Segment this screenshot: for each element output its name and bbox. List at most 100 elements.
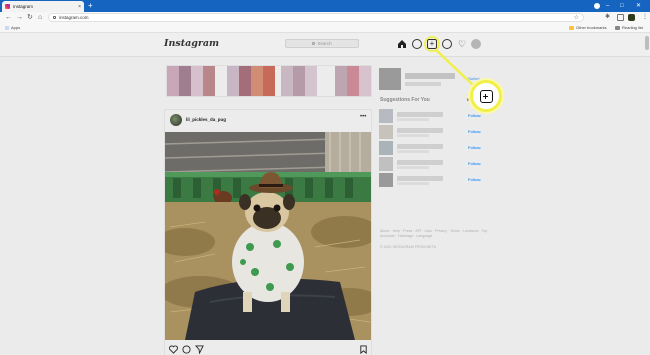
new-post-callout [470, 80, 502, 112]
suggestion-row: Follow [379, 173, 489, 187]
forward-arrow-icon[interactable]: → [16, 12, 23, 23]
new-post-icon[interactable]: + [427, 39, 437, 49]
share-icon[interactable] [195, 345, 204, 354]
search-icon [312, 42, 316, 45]
feed-post: lil_pickles_da_pug ••• [164, 109, 372, 355]
browser-menu-icon[interactable]: ⋮ [642, 14, 649, 21]
new-tab-button[interactable]: + [88, 1, 93, 11]
comment-icon[interactable] [182, 345, 191, 354]
follow-button[interactable]: Follow [468, 177, 481, 182]
suggestion-avatar[interactable] [379, 173, 393, 187]
browser-toolbar: ← → ↻ ⌂ instagram.com ☆ ✱ ⋮ [0, 12, 650, 23]
follow-button[interactable]: Follow [468, 161, 481, 166]
profile-icon[interactable] [628, 14, 635, 21]
story-item[interactable] [203, 66, 215, 96]
stories-tray[interactable] [166, 65, 372, 97]
story-item[interactable] [281, 66, 293, 96]
switch-account-link[interactable]: Switch [468, 76, 480, 81]
story-item[interactable] [167, 66, 179, 96]
tab-title: Instagram [13, 4, 34, 9]
suggestion-row: Follow [379, 141, 489, 155]
reload-icon[interactable]: ↻ [27, 12, 33, 23]
suggestion-avatar[interactable] [379, 157, 393, 171]
close-window-button[interactable]: ✕ [636, 1, 641, 11]
own-fullname-blurred [405, 82, 441, 86]
story-item[interactable] [305, 66, 317, 96]
follow-button[interactable]: Follow [468, 145, 481, 150]
like-heart-icon[interactable] [169, 345, 178, 354]
post-username[interactable]: lil_pickles_da_pug [186, 117, 226, 122]
reading-mode-icon[interactable] [617, 14, 624, 21]
suggestions-title: Suggestions For You [380, 97, 430, 103]
suggestion-name-blurred [397, 144, 443, 149]
explore-icon[interactable] [442, 39, 452, 49]
suggestion-row: Follow [379, 157, 489, 171]
story-item[interactable] [335, 66, 347, 96]
folder-icon [569, 25, 574, 30]
post-actions [169, 345, 367, 355]
suggestion-avatar[interactable] [379, 125, 393, 139]
maximize-button[interactable]: □ [620, 1, 624, 11]
post-header: lil_pickles_da_pug ••• [165, 110, 371, 132]
suggestion-avatar[interactable] [379, 141, 393, 155]
messenger-icon[interactable] [412, 39, 422, 49]
instagram-page: Instagram Search + ♡ lil_pickles_da_pug … [0, 33, 650, 355]
bookmark-other-label: Other bookmarks [576, 25, 607, 30]
story-item[interactable] [263, 66, 275, 96]
minimize-button[interactable]: – [606, 1, 609, 11]
copyright-text: © 2021 INSTAGRAM FROM META [380, 245, 437, 249]
home-icon[interactable] [397, 39, 407, 49]
suggestion-detail-blurred [397, 134, 429, 137]
story-item[interactable] [359, 66, 371, 96]
home-button-icon[interactable]: ⌂ [38, 12, 42, 23]
reading-list-icon [615, 25, 620, 30]
story-item[interactable] [251, 66, 263, 96]
activity-heart-icon[interactable]: ♡ [457, 39, 467, 49]
search-placeholder: Search [317, 41, 332, 46]
story-item[interactable] [239, 66, 251, 96]
story-item[interactable] [191, 66, 203, 96]
suggestion-detail-blurred [397, 150, 429, 153]
footer-links[interactable]: About · Help · Press · API · Jobs · Priv… [380, 229, 490, 239]
own-profile-avatar[interactable] [379, 68, 401, 90]
search-input[interactable]: Search [285, 39, 359, 48]
browser-tab[interactable]: Instagram × [2, 1, 84, 12]
save-bookmark-icon[interactable] [359, 345, 368, 354]
bookmark-reading-list[interactable]: Reading list [615, 25, 643, 30]
post-more-icon[interactable]: ••• [360, 114, 366, 120]
account-icon[interactable] [594, 3, 600, 9]
bookmarks-bar: Apps Other bookmarks Reading list [0, 23, 650, 33]
follow-button[interactable]: Follow [468, 129, 481, 134]
suggestion-name-blurred [397, 128, 443, 133]
story-item[interactable] [179, 66, 191, 96]
bookmark-reading-label: Reading list [622, 25, 643, 30]
bookmark-apps[interactable]: Apps [5, 25, 20, 30]
suggestion-avatar[interactable] [379, 109, 393, 123]
story-item[interactable] [293, 66, 305, 96]
post-photo[interactable] [165, 132, 371, 340]
post-avatar[interactable] [170, 114, 182, 126]
tab-close-icon[interactable]: × [78, 4, 81, 10]
follow-button[interactable]: Follow [468, 113, 481, 118]
instagram-favicon [5, 4, 10, 9]
address-url: instagram.com [59, 15, 89, 20]
address-bar[interactable]: instagram.com ☆ [48, 13, 584, 22]
suggestion-detail-blurred [397, 118, 429, 121]
new-post-icon-enlarged [479, 89, 493, 103]
bookmark-star-icon[interactable]: ☆ [574, 14, 579, 22]
instagram-header: Instagram Search + ♡ [0, 33, 650, 57]
suggestion-row: Follow [379, 125, 489, 139]
story-item[interactable] [347, 66, 359, 96]
own-username-blurred [405, 73, 455, 79]
extensions-puzzle-icon[interactable]: ✱ [605, 14, 612, 21]
suggestion-row: Follow [379, 109, 489, 123]
suggestion-name-blurred [397, 176, 443, 181]
page-scrollbar[interactable] [645, 36, 649, 50]
bookmark-other[interactable]: Other bookmarks [569, 25, 607, 30]
instagram-logo[interactable]: Instagram [164, 38, 219, 49]
profile-avatar[interactable] [471, 39, 481, 49]
story-item[interactable] [227, 66, 239, 96]
apps-grid-icon [5, 25, 9, 30]
bookmark-apps-label: Apps [11, 25, 21, 30]
back-arrow-icon[interactable]: ← [5, 12, 12, 23]
